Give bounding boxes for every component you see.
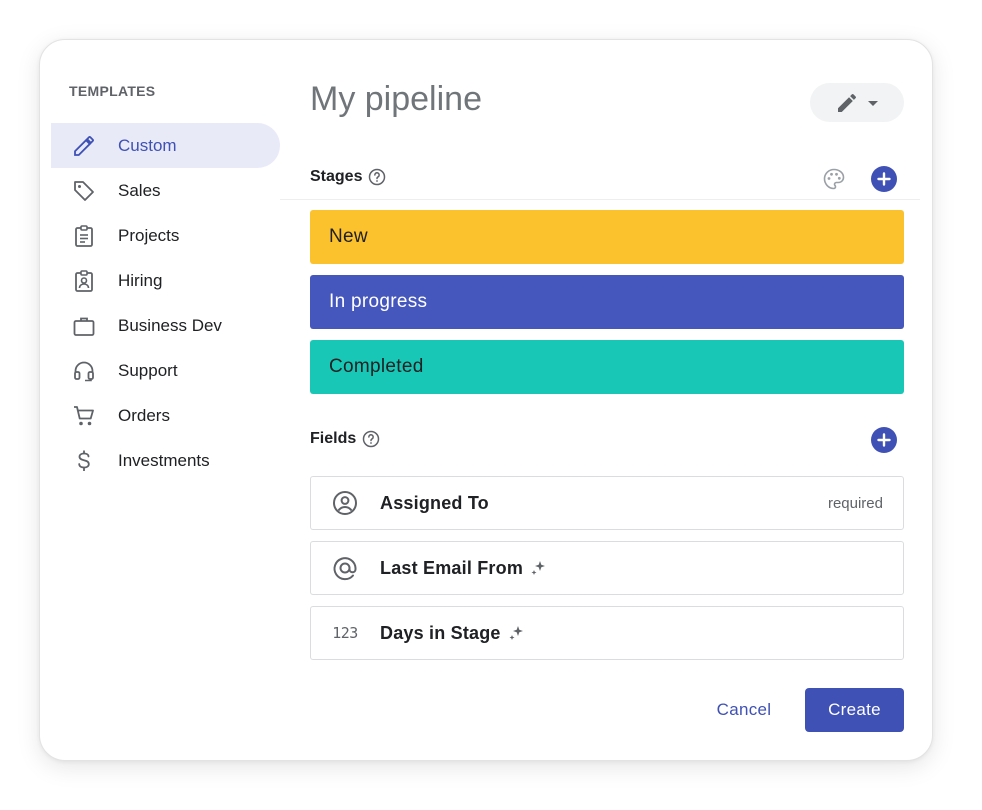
stage-label: New (329, 226, 368, 247)
field-last-email-from[interactable]: Last Email From (310, 541, 904, 595)
templates-heading: TEMPLATES (69, 83, 156, 99)
numeric-icon: 123 (331, 619, 359, 647)
fields-label: Fields (310, 430, 357, 447)
sidebar-item-projects[interactable]: Projects (51, 213, 280, 258)
cancel-button[interactable]: Cancel (703, 688, 785, 732)
sidebar-item-custom[interactable]: Custom (51, 123, 280, 168)
plus-icon (877, 172, 891, 186)
sidebar-item-support[interactable]: Support (51, 348, 280, 393)
field-label: Days in Stage (380, 622, 501, 643)
field-label: Last Email From (380, 557, 524, 578)
stage-label: Completed (329, 356, 424, 377)
clipboard-icon (71, 223, 97, 249)
sidebar-item-label: Projects (118, 225, 180, 245)
create-button[interactable]: Create (805, 688, 904, 732)
sidebar-item-label: Business Dev (118, 315, 222, 335)
palette-icon[interactable] (821, 166, 847, 192)
sidebar-item-label: Sales (118, 180, 161, 200)
badge-icon (71, 268, 97, 294)
sidebar-item-orders[interactable]: Orders (51, 393, 280, 438)
sparkle-icon (529, 559, 547, 577)
sidebar-item-sales[interactable]: Sales (51, 168, 280, 213)
fields-header: Fields (310, 430, 380, 448)
templates-list: Custom Sales Projects Hiring Business De… (51, 123, 280, 483)
sidebar-item-label: Hiring (118, 270, 163, 290)
sparkle-icon (507, 624, 525, 642)
tag-icon (71, 178, 97, 204)
pencil-icon (835, 91, 859, 115)
person-circle-icon (331, 489, 359, 517)
add-field-button[interactable] (871, 427, 897, 453)
help-icon[interactable] (362, 430, 380, 448)
add-stage-button[interactable] (871, 166, 897, 192)
stages-label: Stages (310, 168, 363, 185)
sidebar-item-hiring[interactable]: Hiring (51, 258, 280, 303)
field-assigned-to[interactable]: Assigned To required (310, 476, 904, 530)
sidebar-item-label: Investments (118, 450, 210, 470)
sidebar-item-label: Orders (118, 405, 170, 425)
stage-new[interactable]: New (310, 210, 904, 264)
pencil-icon (71, 133, 97, 159)
pipeline-title[interactable]: My pipeline (310, 80, 482, 119)
sidebar-item-label: Support (118, 360, 178, 380)
briefcase-icon (71, 313, 97, 339)
caret-down-icon (867, 97, 879, 109)
stages-header: Stages (310, 168, 386, 186)
sidebar-item-investments[interactable]: Investments (51, 438, 280, 483)
help-icon[interactable] (368, 168, 386, 186)
field-days-in-stage[interactable]: 123 Days in Stage (310, 606, 904, 660)
stage-label: In progress (329, 291, 428, 312)
required-badge: required (827, 494, 883, 512)
create-pipeline-dialog: TEMPLATES Custom Sales Projects Hiring B… (39, 39, 933, 761)
plus-icon (877, 433, 891, 447)
cart-icon (71, 403, 97, 429)
headset-icon (71, 358, 97, 384)
field-label: Assigned To (380, 492, 489, 513)
dollar-icon (71, 448, 97, 474)
at-sign-icon (331, 554, 359, 582)
edit-menu-button[interactable] (810, 83, 904, 122)
sidebar-item-business-dev[interactable]: Business Dev (51, 303, 280, 348)
stage-in-progress[interactable]: In progress (310, 275, 904, 329)
numeric-icon-text: 123 (332, 624, 358, 642)
stage-completed[interactable]: Completed (310, 340, 904, 394)
divider (280, 199, 920, 200)
sidebar-item-label: Custom (118, 135, 177, 155)
